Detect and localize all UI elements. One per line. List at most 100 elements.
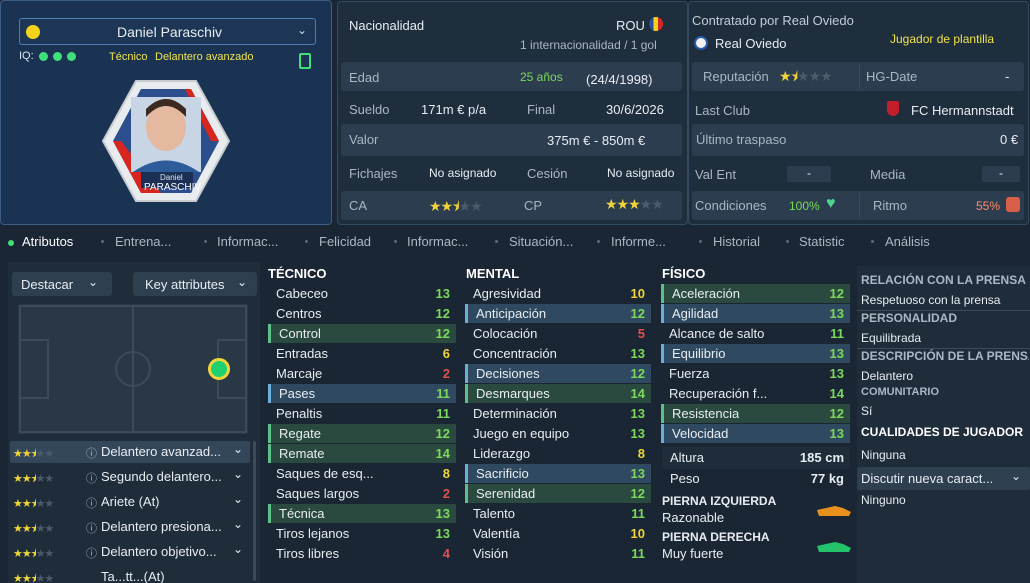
comunitario-title: COMUNITARIO	[861, 386, 940, 398]
tab-analisis[interactable]: Análisis	[885, 234, 930, 249]
info-icon[interactable]: ⓘ	[86, 445, 97, 461]
attribute-row[interactable]: Técnica 13	[268, 504, 456, 523]
attribute-row[interactable]: Juego en equipo 13	[465, 424, 651, 443]
attribute-row[interactable]: Penaltis 11	[268, 404, 456, 423]
attribute-name: Regate	[279, 426, 321, 441]
attribute-row[interactable]: Regate 12	[268, 424, 456, 443]
attribute-row[interactable]: Concentración 13	[465, 344, 651, 363]
role-item[interactable]: ★★⯨★★ ⓘ Ariete (At) ⌄	[10, 491, 250, 513]
tab-informacion-2[interactable]: Informac...	[407, 234, 468, 249]
attribute-row[interactable]: Talento 11	[465, 504, 651, 523]
attribute-row[interactable]: Remate 14	[268, 444, 456, 463]
attribute-row[interactable]: Velocidad 13	[661, 424, 850, 443]
tab-separator	[699, 240, 702, 243]
info-icon[interactable]: ⓘ	[86, 545, 97, 561]
attribute-row[interactable]: Liderazgo 8	[465, 444, 651, 463]
comunitario-value: Sí	[861, 404, 873, 418]
attribute-row[interactable]: Resistencia 12	[661, 404, 850, 423]
attribute-row[interactable]: Cabeceo 13	[268, 284, 456, 303]
player-selector[interactable]: Daniel Paraschiv ⌄	[19, 18, 316, 45]
attribute-row[interactable]: Marcaje 2	[268, 364, 456, 383]
attribute-row[interactable]: Equilibrio 13	[661, 344, 850, 363]
attribute-row[interactable]: Alcance de salto 11	[661, 324, 850, 343]
tab-situacion[interactable]: Situación...	[509, 234, 573, 249]
role-item[interactable]: ★★⯨★★ ⓘ Segundo delantero... ⌄	[10, 466, 250, 488]
player-menu-icon[interactable]	[26, 25, 40, 39]
attribute-row[interactable]: Entradas 6	[268, 344, 456, 363]
tab-informacion[interactable]: Informac...	[217, 234, 278, 249]
descripcion-value: Delantero	[861, 369, 914, 383]
ninguno-value: Ninguno	[861, 493, 906, 507]
tab-historial[interactable]: Historial	[713, 234, 760, 249]
role-item[interactable]: ★★⯨★★ ⓘ Delantero presiona... ⌄	[10, 516, 250, 538]
tab-statistic[interactable]: Statistic	[799, 234, 845, 249]
attribute-row[interactable]: Control 12	[268, 324, 456, 343]
attribute-row[interactable]: Fuerza 13	[661, 364, 850, 383]
attribute-value: 11	[436, 406, 450, 421]
attribute-name: Talento	[473, 506, 515, 521]
attribute-row[interactable]: Serenidad 12	[465, 484, 651, 503]
attribute-row[interactable]: Agresividad 10	[465, 284, 651, 303]
chevron-down-icon: ⌄	[1011, 469, 1022, 483]
chevron-down-icon[interactable]: ⌄	[233, 492, 243, 506]
attribute-name: Agilidad	[672, 306, 719, 321]
attribute-name: Pases	[279, 386, 316, 401]
attribute-row[interactable]: Sacrificio 13	[465, 464, 651, 483]
attribute-row[interactable]: Pases 11	[268, 384, 456, 403]
tab-atributos[interactable]: Atributos	[22, 234, 73, 249]
tab-informe[interactable]: Informe...	[611, 234, 666, 249]
attribute-row[interactable]: Desmarques 14	[465, 384, 651, 403]
scrollbar[interactable]	[253, 441, 256, 581]
clipboard-icon[interactable]	[299, 53, 311, 69]
key-attributes-label: Key attributes	[145, 277, 225, 292]
chevron-down-icon[interactable]: ⌄	[233, 467, 243, 481]
attribute-row[interactable]: Colocación 5	[465, 324, 651, 343]
attribute-row[interactable]: Tiros libres 4	[268, 544, 456, 563]
info-icon[interactable]: ⓘ	[86, 495, 97, 511]
role-item[interactable]: ★★⯨★★ ⓘ Delantero avanzad... ⌄	[10, 441, 250, 463]
nacionalidad-value[interactable]: ROU	[616, 18, 645, 33]
club-name[interactable]: Real Oviedo	[715, 36, 787, 51]
role-item[interactable]: ★★⯨★★ Ta...tt...(At)	[10, 566, 250, 583]
attribute-value: 11	[631, 546, 645, 561]
info-icon[interactable]: ⓘ	[86, 470, 97, 486]
attribute-name: Fuerza	[669, 366, 710, 381]
attribute-row[interactable]: Saques de esq... 8	[268, 464, 456, 483]
relacion-title: RELACIÓN CON LA PRENSA	[861, 273, 1026, 287]
attribute-name: Velocidad	[672, 426, 729, 441]
attribute-row[interactable]: Agilidad 13	[661, 304, 850, 323]
destacar-dropdown[interactable]: Destacar ⌄	[12, 272, 112, 296]
chevron-down-icon[interactable]: ⌄	[233, 442, 243, 456]
position-pitch	[18, 304, 248, 434]
tab-felicidad[interactable]: Felicidad	[319, 234, 371, 249]
attribute-row[interactable]: Saques largos 2	[268, 484, 456, 503]
discutir-dropdown[interactable]: Discutir nueva caract... ⌄	[857, 467, 1030, 490]
attribute-row[interactable]: Aceleración 12	[661, 284, 850, 303]
attribute-name: Desmarques	[476, 386, 550, 401]
attribute-name: Agresividad	[473, 286, 541, 301]
attribute-row[interactable]: Visión 11	[465, 544, 651, 563]
contratado-label: Contratado por Real Oviedo	[692, 13, 854, 28]
key-attributes-dropdown[interactable]: Key attributes ⌄	[133, 272, 257, 296]
role-item[interactable]: ★★⯨★★ ⓘ Delantero objetivo... ⌄	[10, 541, 250, 563]
pierna-der-value: Muy fuerte	[662, 546, 724, 561]
tab-entrenamiento[interactable]: Entrena...	[115, 234, 171, 249]
tab-separator	[305, 240, 308, 243]
condiciones-value: 100%	[789, 199, 820, 213]
reputacion-stars-icon: ★⯨★★★	[779, 68, 833, 84]
attribute-row[interactable]: Decisiones 12	[465, 364, 651, 383]
attribute-name: Visión	[473, 546, 509, 561]
chevron-down-icon[interactable]: ⌄	[297, 23, 307, 37]
lastclub-value[interactable]: FC Hermannstadt	[911, 103, 1014, 118]
attribute-row[interactable]: Valentía 10	[465, 524, 651, 543]
attribute-row[interactable]: Anticipación 12	[465, 304, 651, 323]
tab-separator	[495, 240, 498, 243]
attribute-row[interactable]: Centros 12	[268, 304, 456, 323]
chevron-down-icon[interactable]: ⌄	[233, 517, 243, 531]
attribute-row[interactable]: Determinación 13	[465, 404, 651, 423]
chevron-down-icon[interactable]: ⌄	[233, 542, 243, 556]
attribute-row[interactable]: Tiros lejanos 13	[268, 524, 456, 543]
attribute-value: 2	[442, 366, 450, 381]
attribute-row[interactable]: Recuperación f... 14	[661, 384, 850, 403]
info-icon[interactable]: ⓘ	[86, 520, 97, 536]
